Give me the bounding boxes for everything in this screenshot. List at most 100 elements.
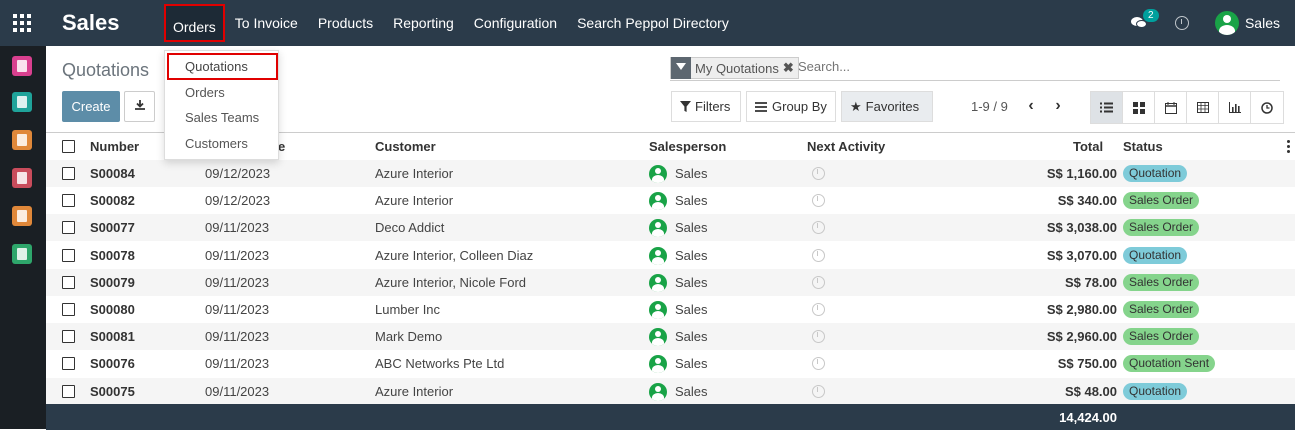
activity-clock-icon[interactable]	[812, 384, 825, 398]
salesperson-name: Sales	[675, 356, 708, 372]
kanban-view-icon[interactable]	[1123, 92, 1155, 123]
activity-clock-icon[interactable]	[812, 357, 825, 371]
order-total: S$ 3,038.00	[1046, 220, 1117, 236]
group-by-button[interactable]: Group By	[746, 91, 836, 122]
col-order-date[interactable]: e	[278, 139, 285, 154]
dropdown-item-sales-teams[interactable]: Sales Teams	[185, 110, 259, 125]
activity-clock-icon[interactable]	[812, 167, 825, 180]
menu-reporting[interactable]: Reporting	[383, 0, 464, 46]
table-row[interactable]: S00075 09/11/2023 Azure Interior Sales S$ 48…	[46, 377, 1295, 405]
invoicing-icon[interactable]	[12, 206, 32, 226]
salesperson-avatar-icon	[649, 355, 667, 374]
order-total: S$ 2,980.00	[1046, 302, 1117, 317]
salesperson-name: Sales	[675, 274, 708, 290]
star-icon: ★	[850, 98, 862, 114]
dropdown-item-customers[interactable]: Customers	[185, 136, 248, 151]
col-customer[interactable]: Customer	[375, 139, 436, 154]
col-total[interactable]: Total	[1073, 139, 1103, 154]
list-view-icon[interactable]	[1091, 92, 1123, 123]
menu-to-invoice[interactable]: To Invoice	[225, 0, 308, 46]
activity-clock-icon[interactable]	[1174, 16, 1189, 30]
quotations-list: Number e Customer Salesperson Next Activ…	[46, 132, 1295, 430]
graph-view-icon[interactable]	[1219, 92, 1251, 123]
status-badge: Sales Order	[1123, 328, 1200, 346]
status-badge: Quotation Sent	[1123, 355, 1216, 373]
customer-name: Lumber Inc	[375, 302, 441, 317]
remove-facet-icon[interactable]: ✖	[783, 60, 798, 76]
filters-button[interactable]: Filters	[671, 91, 741, 122]
col-number[interactable]: Number	[90, 139, 139, 154]
menu-products[interactable]: Products	[308, 0, 383, 46]
customer-name: Azure Interior	[375, 193, 454, 209]
filters-label: Filters	[695, 99, 731, 114]
table-row[interactable]: S00082 09/12/2023 Azure Interior Sales S$ 34…	[46, 187, 1295, 214]
table-row[interactable]: S00079 09/11/2023 Azure Interior, Nicole F…	[46, 268, 1295, 296]
chat-badge: 2	[1142, 9, 1159, 22]
app-title[interactable]: Sales	[62, 10, 120, 36]
dropdown-item-quotations[interactable]: Quotations	[167, 53, 278, 80]
order-number: S00075	[90, 383, 135, 399]
grand-total: 14,424.00	[1059, 410, 1117, 425]
download-button[interactable]	[124, 91, 155, 122]
table-row[interactable]: S00076 09/11/2023 ABC Networks Pte Ltd Sale…	[46, 350, 1295, 377]
documents-icon[interactable]	[12, 244, 32, 264]
calendar-view-icon[interactable]	[1155, 92, 1187, 123]
chat-icon[interactable]: 2	[1130, 9, 1159, 29]
row-checkbox[interactable]	[62, 357, 75, 371]
customer-name: Azure Interior, Nicole Ford	[375, 274, 527, 290]
salesperson-avatar-icon	[649, 165, 667, 183]
optional-columns-icon[interactable]	[1287, 140, 1290, 154]
activity-clock-icon[interactable]	[812, 194, 825, 208]
activity-clock-icon[interactable]	[812, 303, 825, 316]
table-row[interactable]: S00084 09/12/2023 Azure Interior Sales S$ 1,…	[46, 160, 1295, 187]
contacts-icon[interactable]	[12, 92, 32, 112]
activity-clock-icon[interactable]	[812, 221, 825, 235]
row-checkbox[interactable]	[62, 194, 75, 208]
order-number: S00077	[90, 220, 135, 236]
discuss-icon[interactable]	[12, 56, 32, 76]
dropdown-item-orders[interactable]: Orders	[185, 85, 225, 100]
row-checkbox[interactable]	[62, 275, 75, 289]
salesperson-avatar-icon	[649, 246, 667, 265]
activity-clock-icon[interactable]	[812, 248, 825, 262]
menu-configuration[interactable]: Configuration	[464, 0, 567, 46]
col-next-activity[interactable]: Next Activity	[807, 139, 885, 154]
apps-menu-icon[interactable]	[13, 14, 31, 32]
activity-view-icon[interactable]	[1251, 92, 1283, 123]
pager-next-icon[interactable]: ›	[1050, 96, 1066, 116]
table-row[interactable]: S00077 09/11/2023 Deco Addict Sales S$ 3,038…	[46, 214, 1295, 242]
bars-icon	[755, 101, 767, 112]
menu-orders[interactable]: Orders	[164, 4, 225, 42]
row-checkbox[interactable]	[62, 330, 75, 344]
create-button[interactable]: Create	[62, 91, 120, 122]
user-menu[interactable]: Sales	[1214, 11, 1280, 35]
row-checkbox[interactable]	[62, 384, 75, 398]
pager-value[interactable]: 1-9 / 9	[971, 99, 1008, 114]
activity-clock-icon[interactable]	[812, 330, 825, 344]
salesperson-name: Sales	[675, 329, 708, 345]
activity-clock-icon[interactable]	[812, 275, 825, 289]
row-checkbox[interactable]	[62, 167, 75, 180]
menu-search-peppol[interactable]: Search Peppol Directory	[567, 0, 739, 46]
search-input[interactable]	[798, 59, 1098, 74]
row-checkbox[interactable]	[62, 248, 75, 262]
order-number: S00080	[90, 302, 135, 317]
salesperson-avatar-icon	[649, 328, 667, 347]
col-status[interactable]: Status	[1123, 139, 1163, 154]
select-all-checkbox[interactable]	[62, 140, 75, 153]
pivot-view-icon[interactable]	[1187, 92, 1219, 123]
table-row[interactable]: S00080 09/11/2023 Lumber Inc Sales S$ 2,980.…	[46, 296, 1295, 323]
table-row[interactable]: S00081 09/11/2023 Mark Demo Sales S$ 2,960.0…	[46, 323, 1295, 351]
row-checkbox[interactable]	[62, 303, 75, 316]
group-by-label: Group By	[772, 99, 827, 114]
salesperson-name: Sales	[675, 302, 708, 317]
row-checkbox[interactable]	[62, 221, 75, 235]
table-row[interactable]: S00078 09/11/2023 Azure Interior, Colleen …	[46, 242, 1295, 269]
favorites-button[interactable]: ★ Favorites	[841, 91, 933, 122]
sales-icon[interactable]	[12, 168, 32, 188]
pager-prev-icon[interactable]: ‹	[1023, 96, 1039, 116]
crm-icon[interactable]	[12, 130, 32, 150]
col-salesperson[interactable]: Salesperson	[649, 139, 726, 154]
order-date: 09/12/2023	[205, 166, 271, 181]
order-total: S$ 750.00	[1057, 356, 1117, 372]
